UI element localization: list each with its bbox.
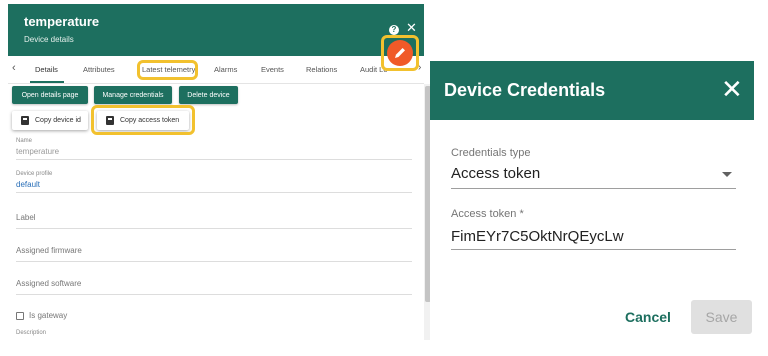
assigned-software-underline: [16, 294, 412, 295]
device-header: temperature Device details ? ✕: [8, 4, 424, 56]
device-credentials-dialog: Device Credentials ✕ Credentials type Ac…: [430, 61, 754, 348]
description-label: Description: [16, 330, 47, 336]
label-underline: [16, 228, 412, 229]
tab-details[interactable]: Details: [35, 65, 58, 74]
device-title: temperature: [24, 14, 100, 29]
highlight-latest-telemetry: [137, 60, 198, 80]
access-token-input[interactable]: FimEYr7C5OktNrQEycLw: [451, 228, 624, 245]
tab-relations[interactable]: Relations: [306, 65, 337, 74]
copy-device-id-button[interactable]: Copy device id: [12, 111, 88, 130]
close-icon[interactable]: ✕: [721, 76, 743, 102]
help-icon[interactable]: ?: [389, 25, 399, 35]
open-details-page-button[interactable]: Open details page: [12, 86, 88, 104]
device-profile-field[interactable]: default: [16, 180, 40, 189]
tab-events[interactable]: Events: [261, 65, 284, 74]
close-icon[interactable]: ✕: [406, 21, 417, 35]
device-profile-underline: [16, 192, 412, 193]
tab-alarms[interactable]: Alarms: [214, 65, 237, 74]
name-label: Name: [16, 138, 33, 144]
credentials-type-label: Credentials type: [451, 147, 531, 159]
assigned-software-field[interactable]: Assigned software: [16, 279, 81, 288]
is-gateway-label: Is gateway: [29, 311, 68, 320]
highlight-edit: [381, 35, 419, 71]
access-token-label: Access token *: [451, 208, 524, 220]
cancel-button[interactable]: Cancel: [618, 305, 678, 329]
active-tab-indicator: [30, 81, 64, 83]
credentials-type-underline: [451, 188, 736, 189]
delete-device-button[interactable]: Delete device: [179, 86, 238, 104]
clipboard-icon: [21, 116, 29, 125]
assigned-firmware-field[interactable]: Assigned firmware: [16, 246, 82, 255]
assigned-firmware-underline: [16, 261, 412, 262]
is-gateway-checkbox[interactable]: [16, 312, 24, 320]
chevron-down-icon[interactable]: [722, 172, 732, 177]
copy-device-id-label: Copy device id: [35, 117, 81, 124]
tab-bar: ‹ Details Attributes Latest telemetry Al…: [8, 56, 424, 84]
manage-credentials-button[interactable]: Manage credentials: [94, 86, 172, 104]
label-field[interactable]: Label: [16, 213, 36, 222]
device-subtitle: Device details: [24, 35, 74, 44]
tab-attributes[interactable]: Attributes: [83, 65, 115, 74]
tab-prev-arrow[interactable]: ‹: [12, 62, 16, 74]
name-field[interactable]: temperature: [16, 147, 59, 156]
access-token-underline: [451, 249, 736, 250]
credentials-type-select[interactable]: Access token: [451, 165, 540, 182]
highlight-copy-access-token: [91, 105, 195, 135]
device-details-panel: temperature Device details ? ✕ ‹ Details…: [8, 4, 432, 340]
dialog-header: Device Credentials ✕: [430, 61, 754, 120]
name-underline: [16, 159, 412, 160]
dialog-title: Device Credentials: [444, 80, 606, 100]
save-button[interactable]: Save: [691, 300, 752, 334]
device-profile-label: Device profile: [16, 171, 53, 177]
